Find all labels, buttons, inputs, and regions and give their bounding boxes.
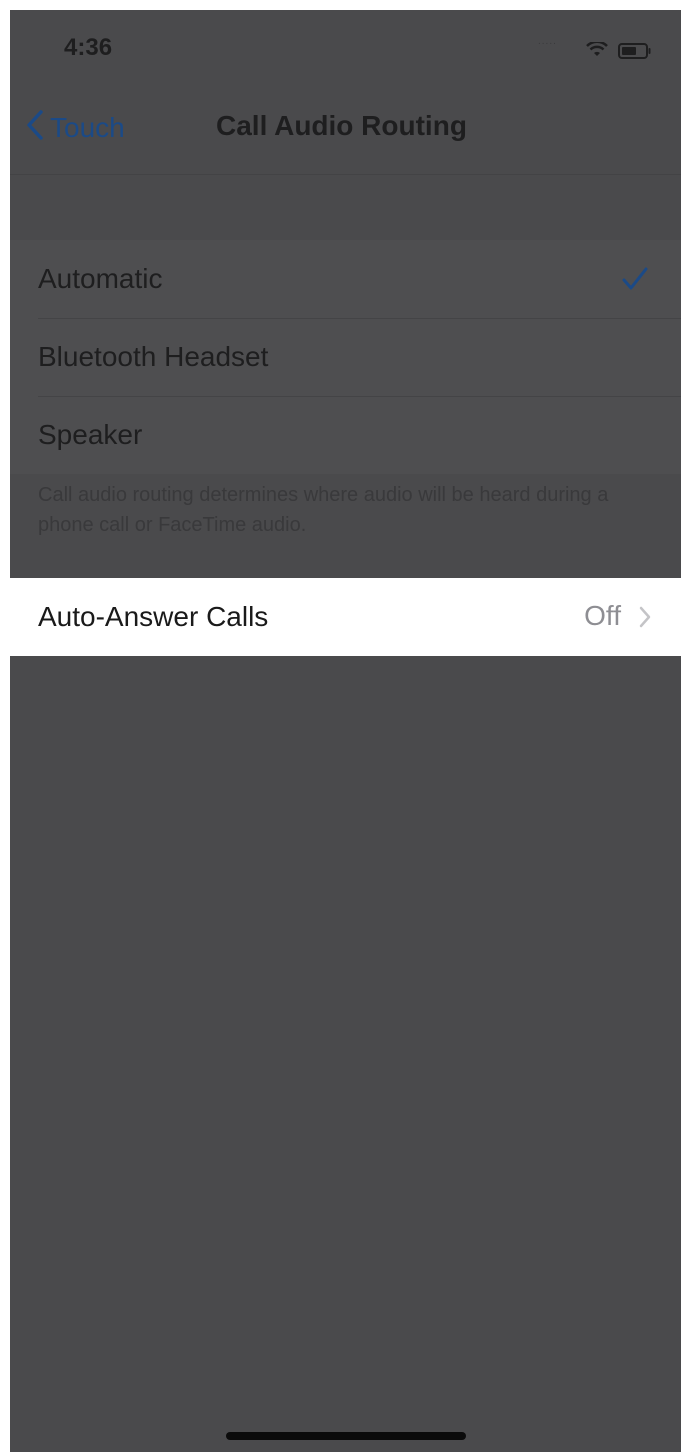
option-label: Bluetooth Headset	[38, 341, 269, 372]
nav-divider	[10, 174, 681, 175]
back-label: Touch	[50, 112, 125, 143]
signal-dots: .....	[538, 36, 557, 47]
auto-answer-value: Off	[584, 600, 621, 631]
option-automatic[interactable]: Automatic	[10, 240, 681, 318]
home-indicator[interactable]	[226, 1432, 466, 1440]
screen: 4:36 ..... Touch Call Audio Routing Auto…	[10, 10, 681, 1452]
status-time: 4:36	[64, 34, 113, 61]
wifi-icon	[586, 40, 608, 63]
checkmark-icon	[621, 266, 649, 299]
auto-answer-label: Auto-Answer Calls	[38, 601, 269, 632]
routing-footer-note: Call audio routing determines where audi…	[38, 484, 609, 536]
option-bluetooth-headset[interactable]: Bluetooth Headset	[10, 318, 681, 396]
battery-icon	[618, 43, 652, 64]
routing-options-group: Automatic Bluetooth Headset Speaker	[10, 240, 681, 474]
option-label: Speaker	[38, 419, 143, 450]
back-button[interactable]: Touch	[26, 106, 125, 150]
option-label: Automatic	[38, 263, 163, 294]
option-speaker[interactable]: Speaker	[10, 396, 681, 474]
chevron-left-icon	[26, 109, 44, 148]
page-title: Call Audio Routing	[216, 110, 467, 141]
chevron-right-icon	[639, 606, 651, 633]
auto-answer-calls-row[interactable]: Auto-Answer Calls Off	[10, 578, 681, 656]
